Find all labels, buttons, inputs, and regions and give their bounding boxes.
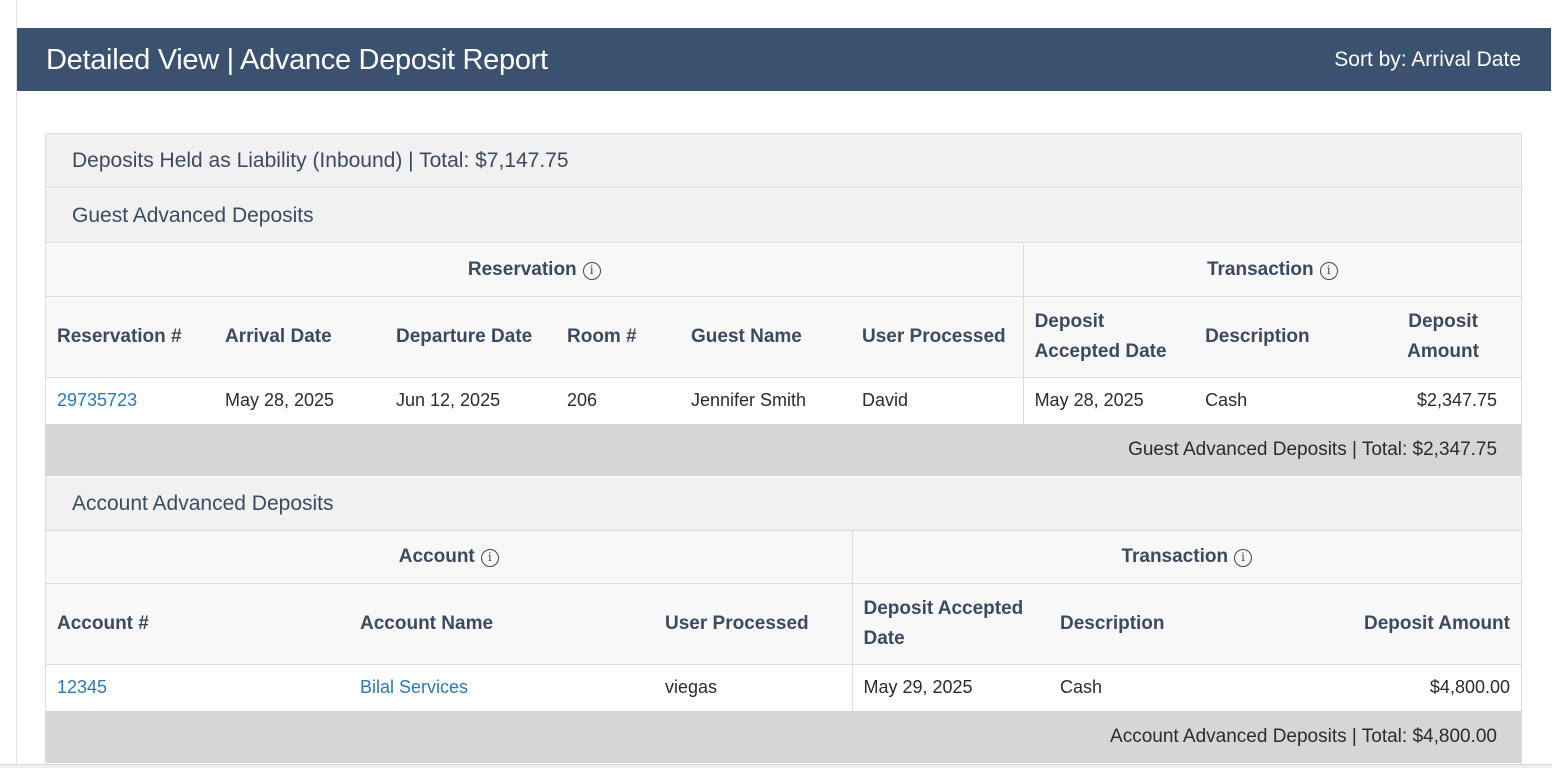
departure-date-cell: Jun 12, 2025: [385, 377, 556, 424]
guest-total-row: Guest Advanced Deposits | Total: $2,347.…: [46, 424, 1522, 476]
liability-total-label: Deposits Held as Liability (Inbound) | T…: [72, 148, 569, 172]
report-header: Detailed View | Advance Deposit Report S…: [17, 28, 1551, 91]
deposit-amount-cell: $2,347.75: [1365, 377, 1522, 424]
deposit-amount-cell: $4,800.00: [1249, 664, 1521, 711]
guest-section-title-bar: Guest Advanced Deposits: [46, 189, 1521, 243]
column-header-room-number[interactable]: Room #: [556, 296, 680, 378]
column-header-deposit-accepted-date[interactable]: Deposit Accepted Date: [1022, 296, 1195, 378]
arrival-date-cell: May 28, 2025: [214, 377, 385, 424]
guest-deposits-table: Reservation i Transaction i Reservation # …: [46, 244, 1522, 476]
info-icon[interactable]: i: [582, 261, 601, 280]
page-title: Detailed View | Advance Deposit Report: [46, 44, 548, 76]
column-header-guest-name[interactable]: Guest Name: [680, 296, 851, 378]
description-cell: Cash: [1194, 377, 1366, 424]
info-icon[interactable]: i: [1234, 548, 1253, 567]
info-icon[interactable]: i: [480, 548, 499, 567]
column-header-arrival-date[interactable]: Arrival Date: [214, 296, 385, 378]
guest-total-label: Guest Advanced Deposits | Total: $2,347.…: [46, 424, 1522, 476]
account-section-title: Account Advanced Deposits: [72, 491, 334, 515]
column-header-description[interactable]: Description: [1049, 583, 1249, 665]
column-header-deposit-accepted-date[interactable]: Deposit Accepted Date: [851, 583, 1049, 665]
table-row: 29735723 May 28, 2025 Jun 12, 2025 206 J…: [46, 377, 1522, 424]
column-header-user-processed[interactable]: User Processed: [654, 583, 852, 665]
account-name-link[interactable]: Bilal Services: [360, 677, 468, 697]
account-number-link[interactable]: 12345: [57, 677, 107, 697]
reservation-number-link[interactable]: 29735723: [57, 390, 137, 410]
user-processed-cell: David: [851, 377, 1024, 424]
guest-section-title: Guest Advanced Deposits: [72, 203, 314, 227]
description-cell: Cash: [1049, 664, 1249, 711]
sort-by-label[interactable]: Sort by: Arrival Date: [1334, 48, 1521, 72]
liability-total-bar: Deposits Held as Liability (Inbound) | T…: [46, 134, 1521, 188]
table-row: 12345 Bilal Services viegas May 29, 2025…: [46, 664, 1521, 711]
transaction-group-header: Transaction i: [1022, 244, 1522, 297]
reservation-group-header: Reservation i: [46, 244, 1024, 297]
account-column-header-row: Account # Account Name User Processed De…: [46, 583, 1521, 665]
account-group-header: Account i: [46, 531, 852, 584]
account-total-row: Account Advanced Deposits | Total: $4,80…: [46, 711, 1521, 763]
column-header-description[interactable]: Description: [1194, 296, 1366, 378]
column-header-departure-date[interactable]: Departure Date: [385, 296, 556, 378]
transaction-group-header: Transaction i: [851, 531, 1521, 584]
guest-name-cell: Jennifer Smith: [680, 377, 851, 424]
column-header-account-number[interactable]: Account #: [46, 583, 349, 665]
transaction-group-label: Transaction: [1206, 258, 1314, 280]
deposit-accepted-date-cell: May 28, 2025: [1022, 377, 1195, 424]
window-bottom-edge: [0, 764, 1552, 768]
column-header-deposit-amount[interactable]: Deposit Amount: [1365, 296, 1522, 378]
transaction-group-label: Transaction: [1121, 545, 1229, 567]
column-header-account-name[interactable]: Account Name: [349, 583, 654, 665]
account-deposits-table: Account i Transaction i Account # Account …: [46, 531, 1521, 763]
account-group-header-row: Account i Transaction i: [46, 531, 1521, 584]
column-header-user-processed[interactable]: User Processed: [851, 296, 1024, 378]
deposit-accepted-date-cell: May 29, 2025: [851, 664, 1049, 711]
info-icon[interactable]: i: [1319, 261, 1338, 280]
account-total-label: Account Advanced Deposits | Total: $4,80…: [46, 711, 1521, 763]
room-number-cell: 206: [556, 377, 680, 424]
column-header-reservation-number[interactable]: Reservation #: [46, 296, 214, 378]
account-section-title-bar: Account Advanced Deposits: [46, 477, 1521, 531]
column-header-deposit-amount[interactable]: Deposit Amount: [1249, 583, 1521, 665]
guest-group-header-row: Reservation i Transaction i: [46, 244, 1522, 297]
user-processed-cell: viegas: [654, 664, 852, 711]
reservation-group-label: Reservation: [467, 258, 577, 280]
account-group-label: Account: [398, 545, 475, 567]
guest-column-header-row: Reservation # Arrival Date Departure Dat…: [46, 296, 1522, 378]
